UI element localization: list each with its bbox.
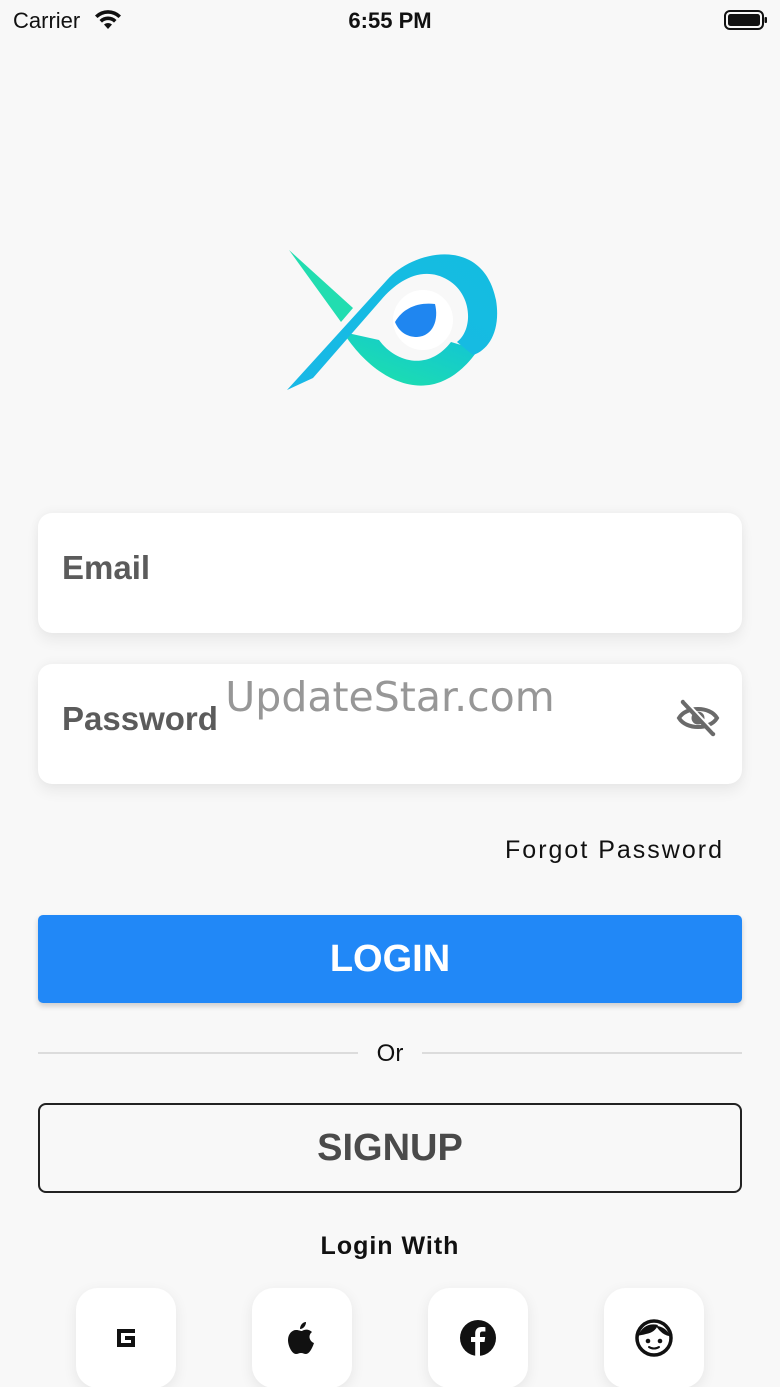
forgot-password-link[interactable]: Forgot Password — [505, 836, 724, 865]
email-label: Email — [62, 549, 151, 586]
login-button[interactable]: LOGIN — [38, 915, 742, 1003]
apple-icon — [288, 1322, 314, 1354]
facebook-login-button[interactable] — [428, 1288, 528, 1387]
status-bar: Carrier 6:55 PM — [0, 0, 780, 40]
guest-face-icon — [635, 1319, 673, 1357]
guest-login-button[interactable] — [604, 1288, 704, 1387]
app-logo-icon — [287, 250, 498, 390]
status-time: 6:55 PM — [348, 8, 432, 33]
facebook-icon — [460, 1320, 496, 1356]
signup-button[interactable]: SIGNUP — [38, 1103, 742, 1193]
watermark-text: UpdateStar.com — [225, 673, 555, 721]
login-with-title: Login With — [320, 1232, 460, 1260]
google-icon — [117, 1329, 135, 1347]
battery-icon — [724, 10, 767, 30]
google-login-button[interactable] — [76, 1288, 176, 1387]
divider-right — [422, 1052, 742, 1054]
apple-login-button[interactable] — [252, 1288, 352, 1387]
divider-or-text: Or — [376, 1040, 404, 1067]
email-field[interactable]: Email — [38, 513, 742, 633]
